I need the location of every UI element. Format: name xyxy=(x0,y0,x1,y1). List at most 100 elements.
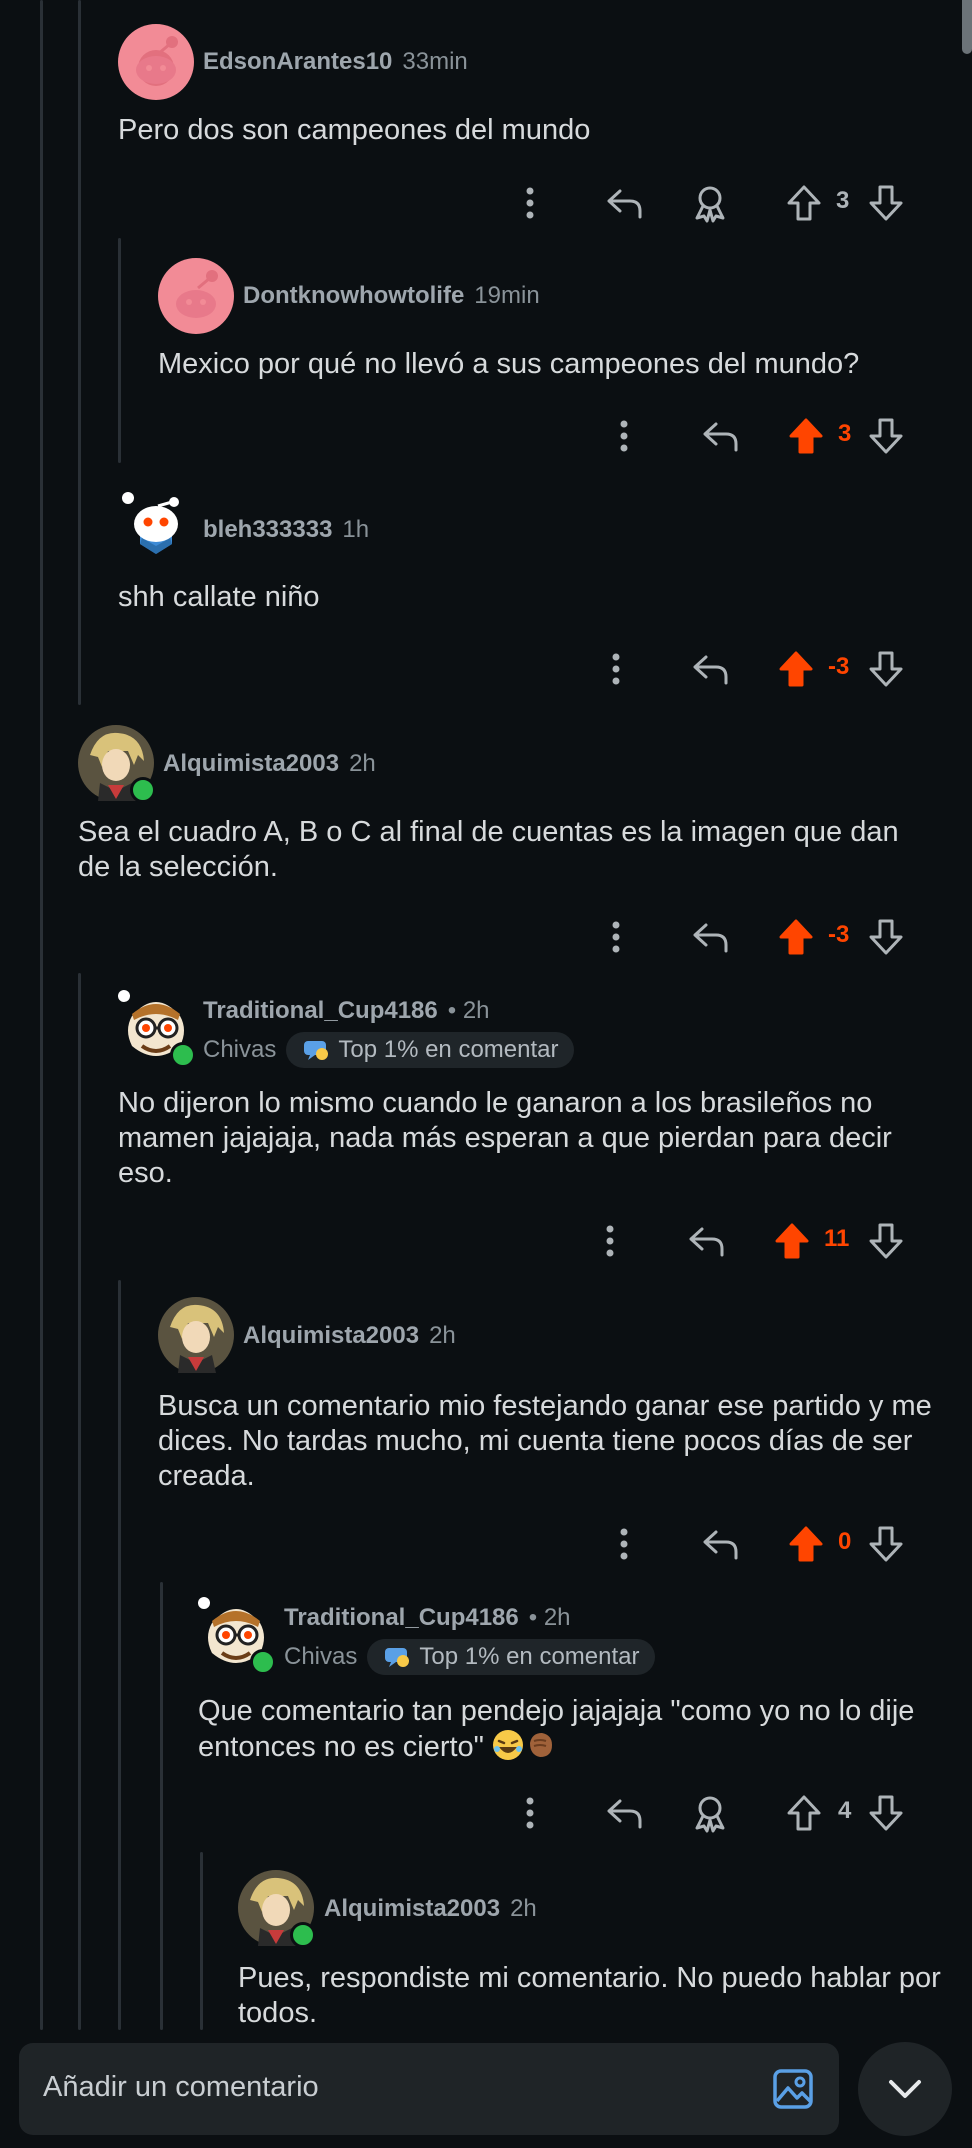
badge-label: Top 1% en comentar xyxy=(338,1036,559,1063)
vote-score: -3 xyxy=(828,921,850,948)
upvote-icon[interactable] xyxy=(776,915,816,959)
avatar[interactable] xyxy=(118,24,194,100)
collapse-button[interactable] xyxy=(858,2042,952,2136)
achievement-badge: Top 1% en comentar xyxy=(367,1639,656,1675)
timestamp: 2h xyxy=(429,1322,456,1349)
username[interactable]: Traditional_Cup4186 xyxy=(203,997,438,1025)
avatar[interactable] xyxy=(118,490,194,566)
reply-icon[interactable] xyxy=(604,1791,644,1835)
fist-emoji-icon xyxy=(530,1733,553,1757)
comment-text: Busca un comentario mio festejando ganar… xyxy=(158,1390,932,1492)
vote-score: -3 xyxy=(828,653,850,680)
comment-input-placeholder: Añadir un comentario xyxy=(43,2071,319,2103)
avatar[interactable] xyxy=(158,1297,234,1373)
comment-composer-bar: Añadir un comentario xyxy=(0,2030,972,2148)
reply-icon[interactable] xyxy=(604,181,644,225)
timestamp: 2h xyxy=(510,1895,537,1922)
vote-score: 3 xyxy=(838,420,852,447)
upvote-icon[interactable] xyxy=(784,181,824,225)
comment-actions: 11 xyxy=(0,1219,972,1263)
reply-icon[interactable] xyxy=(700,414,740,458)
more-vertical-icon[interactable] xyxy=(604,414,644,458)
comment-text: shh callate niño xyxy=(118,581,320,613)
downvote-icon[interactable] xyxy=(866,647,906,691)
online-status xyxy=(170,1042,196,1068)
timestamp: 33min xyxy=(402,48,468,75)
username[interactable]: EdsonArantes10 xyxy=(203,48,392,76)
upvote-icon[interactable] xyxy=(772,1219,812,1263)
comment-text-content: Que comentario tan pendejo jajajaja "com… xyxy=(198,1695,915,1763)
vote-score: 0 xyxy=(838,1528,852,1555)
upvote-icon[interactable] xyxy=(786,1522,826,1566)
timestamp: 2h xyxy=(349,750,376,777)
thread-line xyxy=(200,1852,203,2030)
downvote-icon[interactable] xyxy=(866,181,906,225)
user-flair: Chivas xyxy=(203,1036,277,1063)
avatar[interactable] xyxy=(78,725,156,803)
online-status xyxy=(290,1922,316,1948)
avatar[interactable] xyxy=(198,1597,276,1675)
upvote-icon[interactable] xyxy=(784,1791,824,1835)
upvote-icon[interactable] xyxy=(786,414,826,458)
downvote-icon[interactable] xyxy=(866,915,906,959)
more-vertical-icon[interactable] xyxy=(596,647,636,691)
image-icon[interactable] xyxy=(771,2067,815,2111)
timestamp: 19min xyxy=(474,282,540,309)
timestamp: 1h xyxy=(342,516,370,543)
avatar[interactable] xyxy=(158,258,234,334)
comment-text: Mexico por qué no llevó a sus campeones … xyxy=(158,348,860,380)
vote-score: 4 xyxy=(838,1797,852,1824)
achievement-badge: Top 1% en comentar xyxy=(286,1032,575,1068)
reply-icon[interactable] xyxy=(686,1219,726,1263)
username[interactable]: Alquimista2003 xyxy=(163,750,339,778)
comment-input[interactable]: Añadir un comentario xyxy=(19,2043,839,2135)
online-status xyxy=(130,777,156,803)
more-vertical-icon[interactable] xyxy=(590,1219,630,1263)
comment-text: Que comentario tan pendejo jajajaja "com… xyxy=(198,1694,948,1765)
downvote-icon[interactable] xyxy=(866,414,906,458)
comment-actions: 0 xyxy=(0,1522,972,1566)
timestamp: • 2h xyxy=(447,997,490,1024)
more-vertical-icon[interactable] xyxy=(510,181,550,225)
comment-actions: -3 xyxy=(0,647,972,691)
timestamp: • 2h xyxy=(528,1604,571,1631)
downvote-icon[interactable] xyxy=(866,1219,906,1263)
comment-text: Sea el cuadro A, B o C al final de cuent… xyxy=(78,816,899,883)
vote-score: 3 xyxy=(836,187,850,214)
comment-text: Pero dos son campeones del mundo xyxy=(118,114,591,146)
badge-label: Top 1% en comentar xyxy=(419,1643,640,1670)
more-vertical-icon[interactable] xyxy=(596,915,636,959)
comment-actions: 3 xyxy=(0,414,972,458)
reply-icon[interactable] xyxy=(690,915,730,959)
comment-actions: 4 xyxy=(0,1791,972,1835)
thread-line xyxy=(78,0,81,705)
upvote-icon[interactable] xyxy=(776,647,816,691)
more-vertical-icon[interactable] xyxy=(604,1522,644,1566)
chevron-down-icon xyxy=(889,2080,921,2098)
user-flair: Chivas xyxy=(284,1643,358,1670)
thread-line xyxy=(78,973,81,2030)
award-icon[interactable] xyxy=(690,1791,730,1835)
scrollbar-thumb[interactable] xyxy=(962,0,972,54)
comment-actions: 3 xyxy=(0,181,972,225)
award-icon[interactable] xyxy=(690,181,730,225)
reply-icon[interactable] xyxy=(690,647,730,691)
more-vertical-icon[interactable] xyxy=(510,1791,550,1835)
reply-icon[interactable] xyxy=(700,1522,740,1566)
username[interactable]: Dontknowhowtolife xyxy=(243,282,464,310)
comment-text: No dijeron lo mismo cuando le ganaron a … xyxy=(118,1087,892,1189)
username[interactable]: Alquimista2003 xyxy=(324,1895,500,1923)
vote-score: 11 xyxy=(824,1225,850,1252)
comment-text: Pues, respondiste mi comentario. No pued… xyxy=(238,1962,941,2029)
comment-badge-icon xyxy=(385,1648,410,1667)
username[interactable]: Alquimista2003 xyxy=(243,1322,419,1350)
avatar[interactable] xyxy=(238,1870,316,1948)
avatar[interactable] xyxy=(118,990,196,1068)
username[interactable]: bleh333333 xyxy=(203,516,332,544)
comment-badge-icon xyxy=(304,1041,329,1060)
downvote-icon[interactable] xyxy=(866,1791,906,1835)
laughing-emoji-icon xyxy=(493,1730,524,1760)
username[interactable]: Traditional_Cup4186 xyxy=(284,1604,519,1632)
comment-actions: -3 xyxy=(0,915,972,959)
downvote-icon[interactable] xyxy=(866,1522,906,1566)
